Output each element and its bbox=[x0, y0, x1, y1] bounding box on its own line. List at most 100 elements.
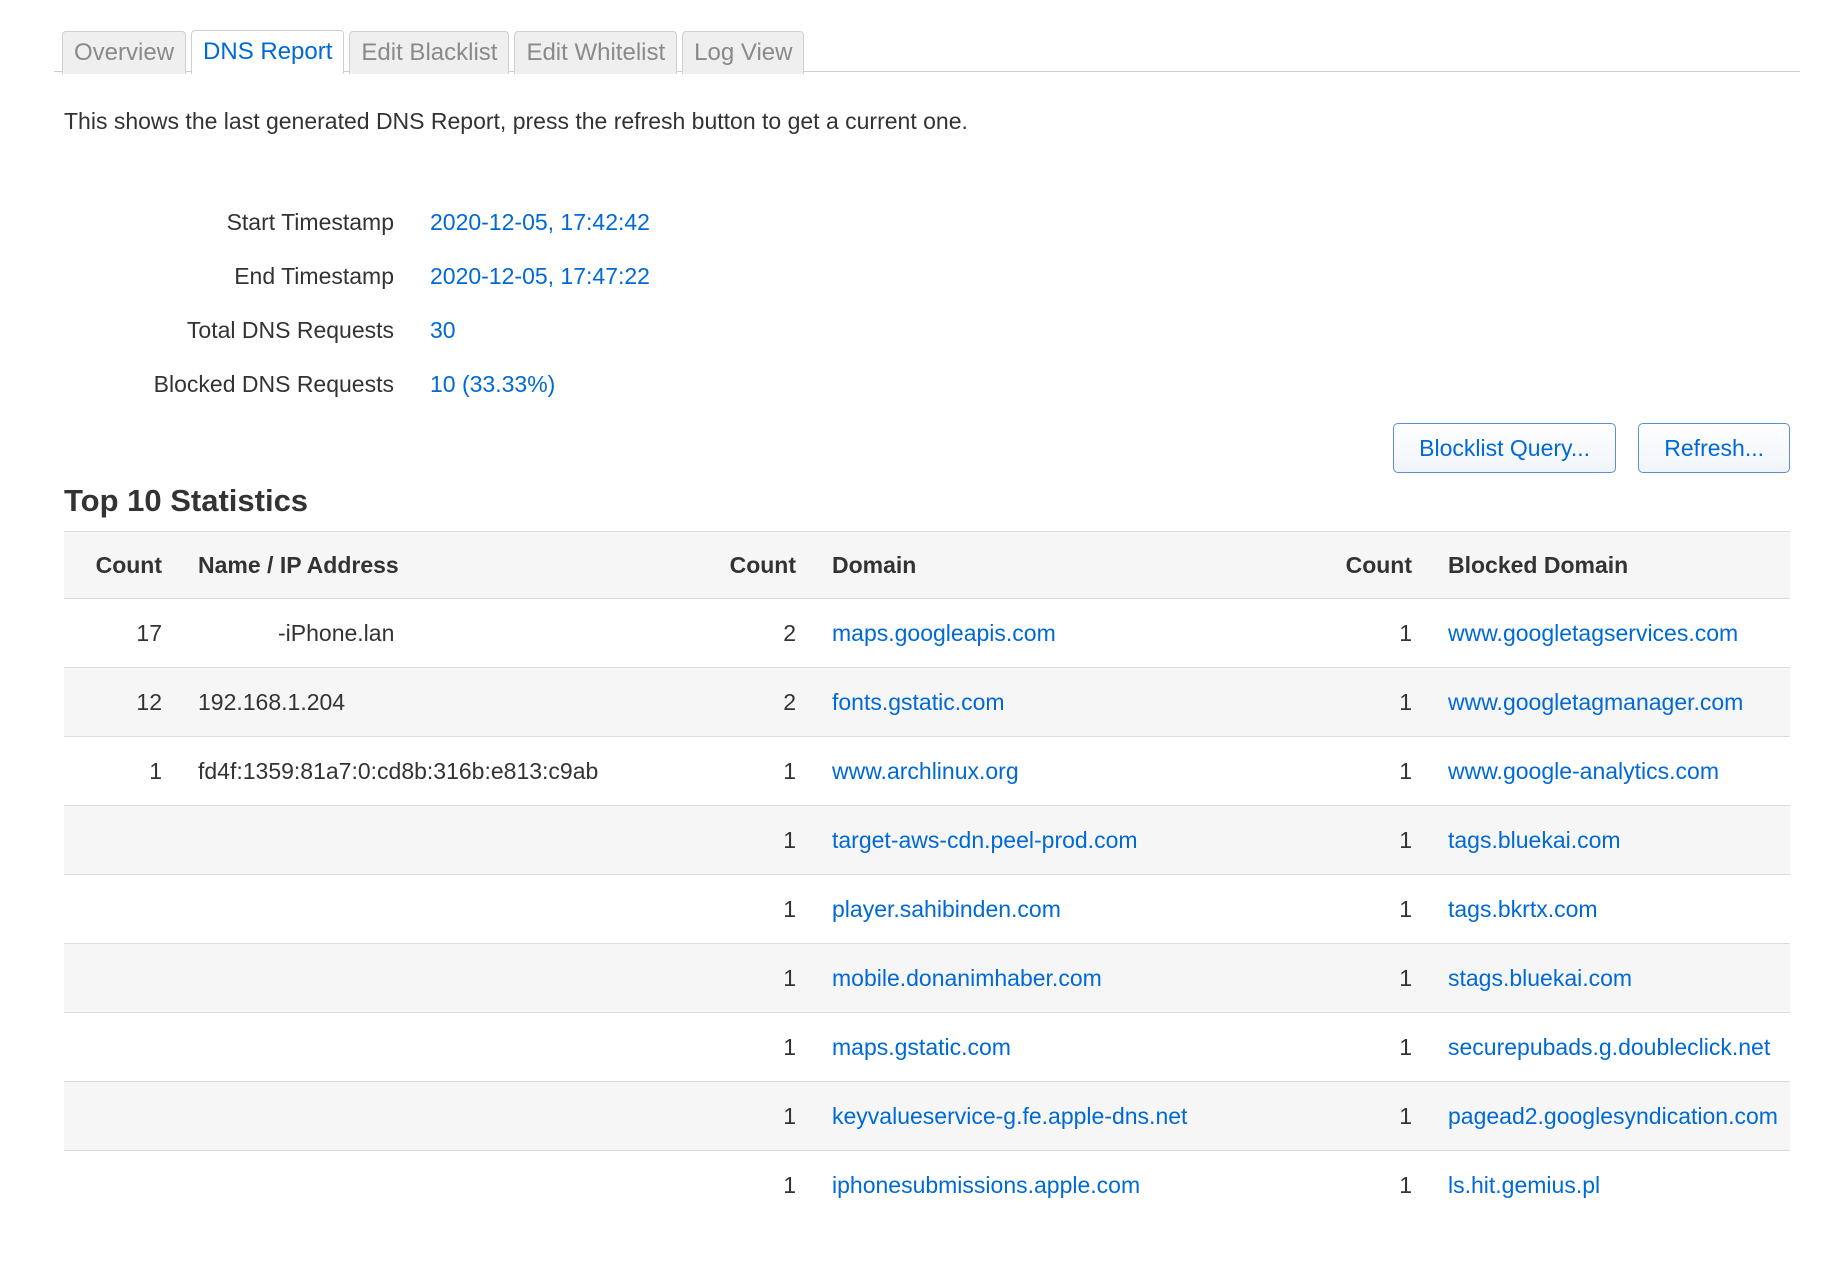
domain-cell: mobile.donanimhaber.com bbox=[796, 943, 1284, 1013]
header-client-count: Count bbox=[95, 551, 162, 578]
client-count-cell bbox=[64, 874, 162, 944]
blocked-count-cell: 1 bbox=[1399, 1102, 1412, 1129]
blocked-count-cell: 1 bbox=[1399, 895, 1412, 922]
domain-link[interactable]: maps.googleapis.com bbox=[832, 620, 1056, 646]
total-requests-label: Total DNS Requests bbox=[186, 316, 394, 343]
domain-count-cell: 1 bbox=[783, 1171, 796, 1198]
header-domain-count: Count bbox=[729, 551, 796, 578]
client-name-cell: -iPhone.lan bbox=[162, 598, 668, 668]
client-name-cell bbox=[162, 1012, 668, 1082]
domain-count-cell: 2 bbox=[668, 598, 796, 668]
blocked-domain-link[interactable]: tags.bluekai.com bbox=[1448, 827, 1621, 853]
domain-link[interactable]: player.sahibinden.com bbox=[832, 896, 1061, 922]
refresh-button[interactable]: Refresh... bbox=[1638, 423, 1790, 473]
domain-count-cell: 1 bbox=[783, 757, 796, 784]
domain-count-cell: 1 bbox=[668, 874, 796, 944]
start-timestamp-label: Start Timestamp bbox=[226, 208, 394, 235]
blocked-count-cell: 1 bbox=[1399, 619, 1412, 646]
domain-link[interactable]: keyvalueservice-g.fe.apple-dns.net bbox=[832, 1103, 1187, 1129]
end-timestamp-label: End Timestamp bbox=[234, 262, 394, 289]
client-count-cell: 12 bbox=[64, 667, 162, 737]
client-count-cell bbox=[64, 1081, 162, 1151]
blocked-count-cell: 1 bbox=[1284, 874, 1412, 944]
domain-count-cell: 1 bbox=[668, 943, 796, 1013]
domain-cell: fonts.gstatic.com bbox=[796, 667, 1284, 737]
end-timestamp-value: 2020-12-05, 17:47:22 bbox=[430, 262, 650, 289]
total-requests-value: 30 bbox=[430, 316, 456, 343]
tab-overview[interactable]: Overview bbox=[62, 31, 187, 74]
blocked-domain-link[interactable]: securepubads.g.doubleclick.net bbox=[1448, 1034, 1770, 1060]
blocked-count-cell: 1 bbox=[1284, 1081, 1412, 1151]
blocked-count-cell: 1 bbox=[1399, 688, 1412, 715]
top10-stats-table: Count Name / IP Address Count Domain Cou… bbox=[64, 531, 1790, 1219]
blocked-domain-link[interactable]: stags.bluekai.com bbox=[1448, 965, 1632, 991]
tab-bar: Overview DNS Report Edit Blacklist Edit Whi… bbox=[54, 28, 1800, 74]
client-name-cell: fd4f:1359:81a7:0:cd8b:316b:e813:c9ab bbox=[198, 757, 599, 784]
domain-link[interactable]: fonts.gstatic.com bbox=[832, 689, 1005, 715]
domain-count-cell: 1 bbox=[668, 1151, 796, 1220]
blocked-requests-value: 10 (33.33%) bbox=[430, 370, 556, 397]
domain-link[interactable]: maps.gstatic.com bbox=[832, 1034, 1011, 1060]
domain-link[interactable]: mobile.donanimhaber.com bbox=[832, 965, 1102, 991]
client-name-cell: -iPhone.lan bbox=[278, 619, 395, 646]
client-name-cell: fd4f:1359:81a7:0:cd8b:316b:e813:c9ab bbox=[162, 736, 668, 806]
client-count-cell: 17 bbox=[136, 619, 162, 646]
table-row: 1 player.sahibinden.com 1 tags.bkrtx.com bbox=[64, 874, 1790, 944]
table-row: 1 maps.gstatic.com 1 securepubads.g.doublec… bbox=[64, 1012, 1790, 1082]
client-name-cell bbox=[162, 874, 668, 944]
domain-cell: iphonesubmissions.apple.com bbox=[796, 1151, 1284, 1220]
action-bar: Blocklist Query... Refresh... bbox=[64, 423, 1790, 475]
blocked-domain-cell: stags.bluekai.com bbox=[1412, 943, 1790, 1013]
stats-title: Top 10 Statistics bbox=[64, 483, 309, 518]
tab-edit-whitelist[interactable]: Edit Whitelist bbox=[514, 31, 678, 74]
blocked-domain-link[interactable]: tags.bkrtx.com bbox=[1448, 896, 1598, 922]
client-count-cell: 12 bbox=[136, 688, 162, 715]
blocked-count-cell: 1 bbox=[1284, 736, 1412, 806]
domain-count-cell: 2 bbox=[668, 667, 796, 737]
domain-link[interactable]: www.archlinux.org bbox=[832, 758, 1019, 784]
domain-link[interactable]: iphonesubmissions.apple.com bbox=[832, 1172, 1140, 1198]
domain-cell: keyvalueservice-g.fe.apple-dns.net bbox=[796, 1081, 1284, 1151]
start-timestamp-value: 2020-12-05, 17:42:42 bbox=[430, 208, 650, 235]
tab-log-view[interactable]: Log View bbox=[682, 31, 805, 74]
blocked-domain-link[interactable]: www.googletagmanager.com bbox=[1448, 689, 1743, 715]
client-name-cell bbox=[162, 943, 668, 1013]
blocked-domain-link[interactable]: www.googletagservices.com bbox=[1448, 620, 1738, 646]
client-count-cell bbox=[64, 1012, 162, 1082]
domain-count-cell: 1 bbox=[668, 805, 796, 875]
blocked-domain-link[interactable]: www.google-analytics.com bbox=[1448, 758, 1719, 784]
tab-edit-blacklist[interactable]: Edit Blacklist bbox=[349, 31, 510, 74]
blocked-count-cell: 1 bbox=[1399, 1171, 1412, 1198]
dns-report-panel: Overview DNS Report Edit Blacklist Edit Whi… bbox=[54, 28, 1800, 1219]
client-name-cell: 192.168.1.204 bbox=[162, 667, 668, 737]
blocked-count-cell: 1 bbox=[1399, 1033, 1412, 1060]
blocked-domain-link[interactable]: pagead2.googlesyndication.com bbox=[1448, 1103, 1778, 1129]
header-domain: Domain bbox=[832, 551, 917, 578]
blocked-domain-cell: www.google-analytics.com bbox=[1412, 736, 1790, 806]
blocklist-query-button[interactable]: Blocklist Query... bbox=[1393, 423, 1616, 473]
table-row: 1 keyvalueservice-g.fe.apple-dns.net 1 page… bbox=[64, 1081, 1790, 1151]
total-requests-row: Total DNS Requests 30 bbox=[64, 303, 1790, 357]
report-summary: Start Timestamp 2020-12-05, 17:42:42 End… bbox=[64, 195, 1790, 411]
header-blocked-count: Count bbox=[1345, 551, 1412, 578]
client-count-cell bbox=[64, 1151, 162, 1220]
blocked-domain-link[interactable]: ls.hit.gemius.pl bbox=[1448, 1172, 1600, 1198]
domain-cell: target-aws-cdn.peel-prod.com bbox=[796, 805, 1284, 875]
blocked-count-cell: 1 bbox=[1284, 943, 1412, 1013]
blocked-count-cell: 1 bbox=[1399, 757, 1412, 784]
client-count-cell: 1 bbox=[149, 757, 162, 784]
blocked-count-cell: 1 bbox=[1284, 1151, 1412, 1220]
client-name-cell bbox=[162, 805, 668, 875]
domain-count-cell: 1 bbox=[668, 736, 796, 806]
blocked-count-cell: 1 bbox=[1284, 1012, 1412, 1082]
blocked-domain-cell: securepubads.g.doubleclick.net bbox=[1412, 1012, 1790, 1082]
domain-count-cell: 2 bbox=[783, 619, 796, 646]
domain-count-cell: 2 bbox=[783, 688, 796, 715]
tab-dns-report[interactable]: DNS Report bbox=[191, 30, 345, 74]
blocked-requests-row: Blocked DNS Requests 10 (33.33%) bbox=[64, 357, 1790, 411]
blocked-domain-cell: www.googletagmanager.com bbox=[1412, 667, 1790, 737]
domain-cell: player.sahibinden.com bbox=[796, 874, 1284, 944]
table-row: 1 mobile.donanimhaber.com 1 stags.bluekai.c… bbox=[64, 943, 1790, 1013]
domain-link[interactable]: target-aws-cdn.peel-prod.com bbox=[832, 827, 1138, 853]
client-count-cell bbox=[64, 943, 162, 1013]
